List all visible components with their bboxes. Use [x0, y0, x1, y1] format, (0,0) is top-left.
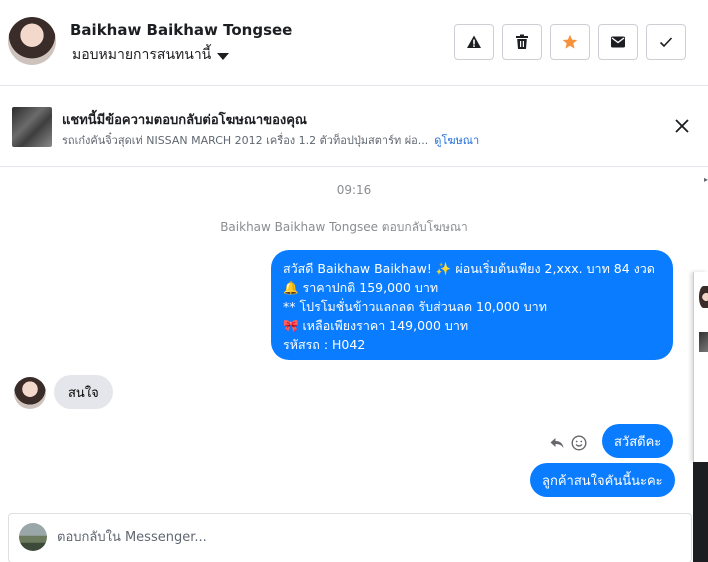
message-line: 🔔 ราคาปกติ 159,000 บาท [283, 280, 439, 295]
caret-down-icon [217, 52, 230, 60]
ad-reply-note: Baikhaw Baikhaw Tongsee ตอบกลับโฆษณา [220, 220, 468, 234]
mark-done-button[interactable] [646, 24, 686, 60]
ad-thumbnail[interactable] [12, 107, 52, 147]
message-line: 🎀 เหลือเพียงราคา 149,000 บาท [283, 318, 469, 333]
conversation-header: Baikhaw Baikhaw Tongsee มอบหมายการสนทนาน… [0, 0, 708, 86]
ad-description: รถเก๋งคันจิ๋วสุดเท่ NISSAN MARCH 2012 เค… [62, 134, 429, 147]
trash-icon [516, 34, 528, 49]
side-avatar [699, 286, 708, 308]
side-thumbnail [699, 332, 708, 352]
star-icon [562, 34, 578, 49]
mail-icon [611, 36, 625, 48]
message-line: รหัสรถ : H042 [283, 337, 366, 352]
reply-icon[interactable] [549, 435, 565, 451]
outgoing-message: ลูกค้าสนใจคันนี้นะคะ [530, 463, 675, 497]
check-icon [659, 37, 673, 48]
side-dark-area [693, 462, 708, 562]
sender-avatar[interactable] [14, 377, 46, 409]
report-button[interactable] [454, 24, 494, 60]
ad-banner-subtitle: รถเก๋งคันจิ๋วสุดเท่ NISSAN MARCH 2012 เค… [62, 131, 479, 149]
emoji-icon[interactable] [571, 435, 587, 451]
mark-unread-button[interactable] [598, 24, 638, 60]
ad-banner-title: แชทนี้มีข้อความตอบกลับต่อโฆษณาของคุณ [62, 113, 307, 128]
assign-conversation-dropdown[interactable]: มอบหมายการสนทนานี้ [72, 44, 230, 66]
star-button[interactable] [550, 24, 590, 60]
incoming-message: สนใจ [54, 375, 113, 409]
warning-icon [467, 35, 481, 48]
outgoing-ad-message: สวัสดี Baikhaw Baikhaw! ✨ ผ่อนเริ่มต้นเพ… [271, 250, 673, 360]
header-actions [454, 24, 686, 60]
assign-label: มอบหมายการสนทนานี้ [72, 47, 212, 63]
chevron-right-icon[interactable]: ▸ [704, 175, 708, 184]
message-tools [549, 435, 587, 451]
user-avatar[interactable] [8, 17, 56, 65]
user-name[interactable]: Baikhaw Baikhaw Tongsee [70, 21, 292, 39]
page-avatar [19, 523, 47, 551]
close-icon[interactable] [672, 116, 692, 136]
view-ad-link[interactable]: ดูโฆษณา [434, 131, 479, 149]
ad-reply-banner: แชทนี้มีข้อความตอบกลับต่อโฆษณาของคุณ รถเ… [0, 87, 708, 167]
message-line: ** โปรโมชั่นข้าวแลกลด รับส่วนลด 10,000 บ… [283, 299, 547, 314]
reply-input[interactable] [57, 526, 657, 548]
delete-button[interactable] [502, 24, 542, 60]
message-composer [8, 513, 692, 562]
message-timestamp: 09:16 [336, 183, 372, 197]
outgoing-message: สวัสดีคะ [602, 424, 674, 458]
message-line: สวัสดี Baikhaw Baikhaw! ✨ ผ่อนเริ่มต้นเพ… [283, 261, 655, 276]
